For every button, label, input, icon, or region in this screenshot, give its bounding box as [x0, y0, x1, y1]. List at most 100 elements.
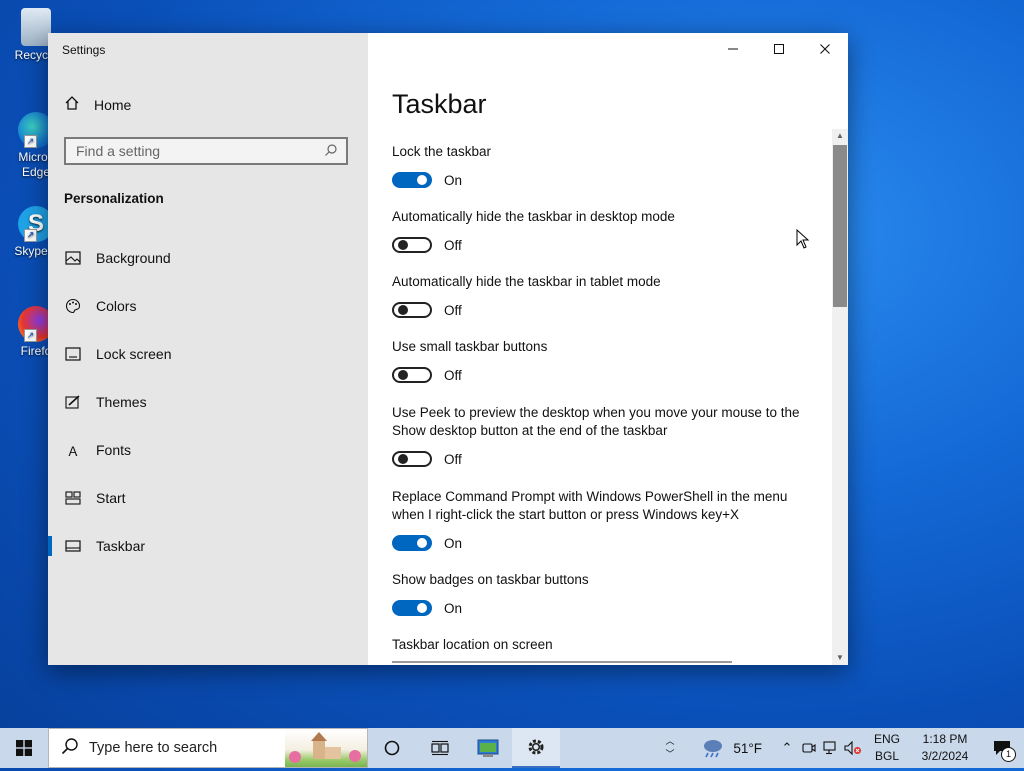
- cortana-button[interactable]: [368, 728, 416, 768]
- autohide-tablet-toggle[interactable]: Off: [392, 302, 462, 318]
- toggle-switch[interactable]: [392, 367, 432, 383]
- setting-label: Use small taskbar buttons: [392, 339, 548, 354]
- weather-widget[interactable]: 51°F: [701, 738, 762, 758]
- lang-top: ENG: [873, 732, 900, 746]
- setting-label: Replace Command Prompt with Windows Powe…: [392, 489, 788, 522]
- toggle-state: Off: [444, 302, 462, 318]
- home-icon: [64, 95, 80, 114]
- toggle-switch[interactable]: [392, 172, 432, 188]
- sidebar-item-label: Colors: [96, 298, 137, 314]
- taskbar-settings-pane: Taskbar Lock the taskbar On Automaticall…: [368, 33, 848, 665]
- vertical-scrollbar[interactable]: ▲ ▼: [832, 129, 848, 665]
- home-nav-item[interactable]: Home: [64, 95, 131, 114]
- page-title: Taskbar: [392, 89, 487, 119]
- sidebar-item-start[interactable]: Start: [48, 478, 368, 518]
- badges-toggle[interactable]: On: [392, 600, 462, 616]
- toggle-switch[interactable]: [392, 535, 432, 551]
- taskbar-search-placeholder: Type here to search: [89, 740, 218, 756]
- maximize-button[interactable]: [756, 33, 802, 65]
- taskbar-app-explorer[interactable]: [464, 728, 512, 768]
- sidebar-item-label: Themes: [96, 394, 147, 410]
- sidebar-item-lock-screen[interactable]: Lock screen: [48, 334, 368, 374]
- clock-date: 3/2/2024: [921, 749, 969, 763]
- setting-label: Lock the taskbar: [392, 144, 492, 159]
- setting-label: Use Peek to preview the desktop when you…: [392, 405, 800, 438]
- volume-muted-icon[interactable]: [842, 741, 864, 755]
- themes-brush-icon: [64, 394, 82, 410]
- toggle-switch[interactable]: [392, 451, 432, 467]
- sidebar-item-label: Lock screen: [96, 346, 172, 362]
- palette-icon: [64, 298, 82, 314]
- toggle-state: Off: [444, 237, 462, 253]
- scrollbar-thumb[interactable]: [833, 145, 847, 307]
- app-window-icon: [477, 739, 499, 757]
- mouse-cursor-icon: [796, 228, 810, 254]
- setting-label: Automatically hide the taskbar in deskto…: [392, 209, 675, 224]
- window-controls: [710, 33, 848, 65]
- minimize-button[interactable]: [710, 33, 756, 65]
- sidebar-item-themes[interactable]: Themes: [48, 382, 368, 422]
- scroll-down-icon[interactable]: ▼: [832, 651, 848, 665]
- action-center-button[interactable]: 1: [980, 728, 1024, 768]
- input-language-indicator[interactable]: ENG BGL: [870, 731, 904, 765]
- sidebar-item-label: Background: [96, 250, 171, 266]
- system-tray: 51°F ⌃ ENG BGL 1:18 PM 3/2/2024 1: [701, 728, 1024, 768]
- sidebar-item-label: Start: [96, 490, 126, 506]
- fonts-icon: Ａ: [66, 443, 80, 459]
- setting-label: Automatically hide the taskbar in tablet…: [392, 274, 661, 289]
- setting-label: Show badges on taskbar buttons: [392, 572, 589, 587]
- taskbar-app-settings[interactable]: [512, 728, 560, 768]
- taskbar-search-box[interactable]: Type here to search: [48, 728, 368, 768]
- search-highlight-illustration-icon: [285, 729, 367, 767]
- cortana-circle-icon: [384, 740, 400, 756]
- weather-temp: 51°F: [733, 740, 762, 756]
- scroll-up-icon[interactable]: ▲: [832, 129, 848, 143]
- powershell-toggle[interactable]: On: [392, 535, 462, 551]
- sidebar-item-colors[interactable]: Colors: [48, 286, 368, 326]
- chevron-up-icon[interactable]: ⌃: [776, 740, 798, 756]
- task-view-button[interactable]: [416, 728, 464, 768]
- sidebar-item-fonts[interactable]: Ａ Fonts: [48, 430, 368, 470]
- toggle-switch[interactable]: [392, 237, 432, 253]
- small-buttons-toggle[interactable]: Off: [392, 367, 462, 383]
- windows-taskbar: Type here to search ︿ ﹀ 51°F ⌃ ENG BGL 1…: [0, 728, 1024, 768]
- sidebar-item-taskbar[interactable]: Taskbar: [48, 526, 368, 566]
- settings-sidebar: Settings Home Find a setting Personaliza…: [48, 33, 368, 665]
- shortcut-arrow-icon: ↗: [24, 229, 37, 242]
- taskbar-location-dropdown[interactable]: [392, 661, 732, 663]
- rain-cloud-icon: [704, 740, 723, 758]
- lang-bottom: BGL: [874, 749, 899, 763]
- chevron-up-icon[interactable]: ︿: [665, 735, 674, 748]
- taskbar-location-label: Taskbar location on screen: [392, 637, 553, 652]
- meet-now-icon[interactable]: [798, 742, 820, 754]
- window-title: Settings: [62, 43, 106, 57]
- windows-logo-icon: [16, 740, 32, 756]
- sidebar-item-label: Taskbar: [96, 538, 146, 554]
- settings-window: Settings Home Find a setting Personaliza…: [48, 33, 848, 665]
- sidebar-item-label: Fonts: [96, 442, 132, 458]
- peek-toggle[interactable]: Off: [392, 451, 462, 467]
- autohide-desktop-toggle[interactable]: Off: [392, 237, 462, 253]
- section-title: Personalization: [64, 191, 164, 206]
- lock-taskbar-toggle[interactable]: On: [392, 172, 462, 188]
- close-button[interactable]: [802, 33, 848, 65]
- toggle-state: On: [444, 535, 463, 551]
- toggle-state: On: [444, 172, 463, 188]
- taskbar-scroll-arrows[interactable]: ︿ ﹀: [662, 728, 678, 768]
- search-icon: [324, 143, 338, 160]
- network-icon[interactable]: [820, 741, 842, 755]
- start-button[interactable]: [0, 728, 48, 768]
- toggle-switch[interactable]: [392, 302, 432, 318]
- background-image-icon: [64, 251, 82, 265]
- task-view-icon: [431, 740, 449, 756]
- recycle-bin-icon: [21, 8, 51, 46]
- notification-badge: 1: [1001, 747, 1016, 762]
- taskbar-clock[interactable]: 1:18 PM 3/2/2024: [910, 731, 980, 765]
- chevron-down-icon[interactable]: ﹀: [665, 748, 674, 761]
- toggle-switch[interactable]: [392, 600, 432, 616]
- clock-time: 1:18 PM: [922, 732, 968, 746]
- sidebar-item-background[interactable]: Background: [48, 238, 368, 278]
- shortcut-arrow-icon: ↗: [24, 135, 37, 148]
- search-placeholder: Find a setting: [76, 143, 161, 159]
- find-setting-search[interactable]: Find a setting: [64, 137, 348, 165]
